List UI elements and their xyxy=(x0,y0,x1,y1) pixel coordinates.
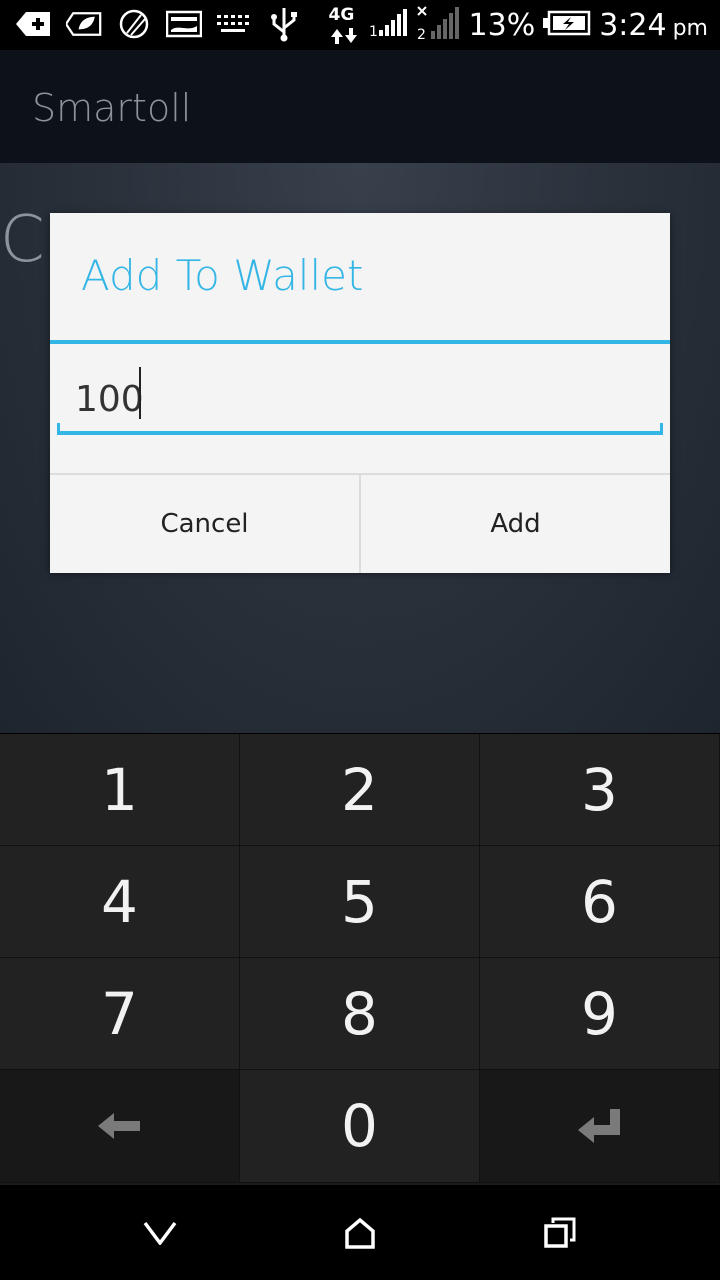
dialog-title-divider xyxy=(50,340,670,344)
key-8[interactable]: 8 xyxy=(240,958,480,1070)
backspace-key[interactable] xyxy=(0,1070,240,1183)
amount-input-underline xyxy=(57,423,663,435)
text-cursor xyxy=(139,367,141,419)
gallery-icon xyxy=(166,6,202,42)
key-6[interactable]: 6 xyxy=(480,846,720,958)
navigation-bar xyxy=(0,1185,720,1280)
add-notification-icon xyxy=(16,6,52,42)
keyboard-icon xyxy=(216,6,252,42)
notification-icons xyxy=(16,6,302,42)
add-to-wallet-dialog: Add To Wallet Cancel Add xyxy=(50,213,670,573)
background-partial-text: C xyxy=(0,203,45,277)
home-icon xyxy=(345,1217,375,1249)
recents-icon xyxy=(544,1217,576,1248)
key-9[interactable]: 9 xyxy=(480,958,720,1070)
key-1[interactable]: 1 xyxy=(0,734,240,846)
key-0[interactable]: 0 xyxy=(240,1070,480,1183)
key-7[interactable]: 7 xyxy=(0,958,240,1070)
status-right: 4G 1 2 13% 3:24 pm xyxy=(327,0,708,50)
enter-key[interactable] xyxy=(480,1070,720,1183)
network-4g-icon: 4G xyxy=(327,3,361,47)
key-2[interactable]: 2 xyxy=(240,734,480,846)
recents-button[interactable] xyxy=(532,1205,588,1261)
back-button[interactable] xyxy=(132,1205,188,1261)
usb-icon xyxy=(266,6,302,42)
signal-sim2-icon: 2 xyxy=(417,5,461,45)
clock-suffix: pm xyxy=(672,15,708,41)
dialog-button-row: Cancel Add xyxy=(50,473,670,573)
key-4[interactable]: 4 xyxy=(0,846,240,958)
clock-time: 3:24 xyxy=(599,7,667,43)
add-button[interactable]: Add xyxy=(359,475,670,573)
leaf-icon xyxy=(66,6,102,42)
dialog-title: Add To Wallet xyxy=(81,251,364,300)
cricket-ball-icon xyxy=(116,6,152,42)
back-icon xyxy=(143,1221,177,1245)
numeric-keypad: 1 2 3 4 5 6 7 8 9 0 xyxy=(0,734,720,1185)
clock: 3:24 pm xyxy=(599,8,708,43)
battery-percent: 13% xyxy=(468,7,536,43)
svg-text:2: 2 xyxy=(417,27,426,41)
app-title: Smartoll xyxy=(32,86,192,130)
status-bar: 4G 1 2 13% 3:24 pm xyxy=(0,0,720,50)
battery-charging-icon xyxy=(543,10,591,40)
key-5[interactable]: 5 xyxy=(240,846,480,958)
key-3[interactable]: 3 xyxy=(480,734,720,846)
amount-input[interactable] xyxy=(57,363,663,435)
enter-icon xyxy=(577,1109,620,1143)
network-label: 4G xyxy=(328,5,355,25)
home-button[interactable] xyxy=(332,1205,388,1261)
signal-sim1-icon: 1 xyxy=(369,8,409,42)
cancel-button[interactable]: Cancel xyxy=(50,475,359,573)
svg-text:1: 1 xyxy=(369,24,378,38)
backspace-icon xyxy=(97,1113,140,1139)
action-bar: Smartoll xyxy=(0,50,720,163)
